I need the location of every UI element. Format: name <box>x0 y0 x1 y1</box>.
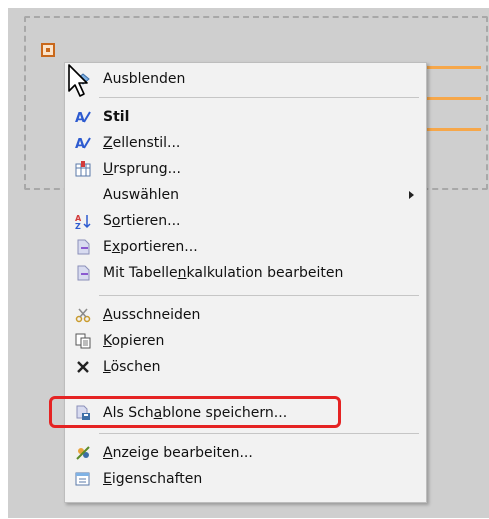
highlight-annotation <box>49 396 341 428</box>
delete-icon <box>74 358 92 376</box>
svg-text:Z: Z <box>75 222 81 229</box>
table-line-2 <box>422 97 481 100</box>
copy-icon <box>74 332 92 350</box>
svg-text:A: A <box>75 137 85 151</box>
origin-icon <box>74 160 92 178</box>
cell-style-icon: A <box>74 134 92 152</box>
context-menu: Ausblenden A Stil A Zellenstil... Urspru… <box>49 62 427 503</box>
menu-item-edit-display[interactable]: Anzeige bearbeiten... <box>65 440 426 466</box>
spreadsheet-icon <box>74 264 92 282</box>
selection-handle-icon[interactable] <box>41 43 55 57</box>
cut-icon <box>74 306 92 324</box>
menu-item-cell-style[interactable]: A Zellenstil... <box>65 130 426 156</box>
menu-item-style[interactable]: A Stil <box>65 104 426 130</box>
export-icon <box>74 238 92 256</box>
sort-icon: AZ <box>74 212 92 230</box>
menu-separator <box>99 433 419 434</box>
svg-text:A: A <box>75 111 85 125</box>
menu-item-origin[interactable]: Ursprung... <box>65 156 426 182</box>
menu-item-properties[interactable]: Eigenschaften <box>65 466 426 492</box>
menu-item-hide[interactable]: Ausblenden <box>65 66 426 92</box>
edit-display-icon <box>74 444 92 462</box>
menu-separator <box>99 295 419 296</box>
properties-icon <box>74 470 92 488</box>
mouse-cursor-icon <box>68 64 88 97</box>
submenu-arrow-icon <box>409 191 414 199</box>
menu-item-sort[interactable]: AZ Sortieren... <box>65 208 426 234</box>
table-line-1 <box>422 66 481 69</box>
menu-item-copy[interactable]: Kopieren <box>65 328 426 354</box>
menu-item-select[interactable]: Auswählen <box>65 182 426 208</box>
menu-item-edit-spreadsheet[interactable]: Mit Tabellenkalkulation bearbeiten <box>65 260 426 286</box>
menu-item-cut[interactable]: Ausschneiden <box>65 302 426 328</box>
table-line-3 <box>422 128 481 131</box>
menu-item-export[interactable]: Exportieren... <box>65 234 426 260</box>
menu-item-delete[interactable]: Löschen <box>65 354 426 380</box>
menu-separator <box>99 97 419 98</box>
style-icon: A <box>74 108 92 126</box>
